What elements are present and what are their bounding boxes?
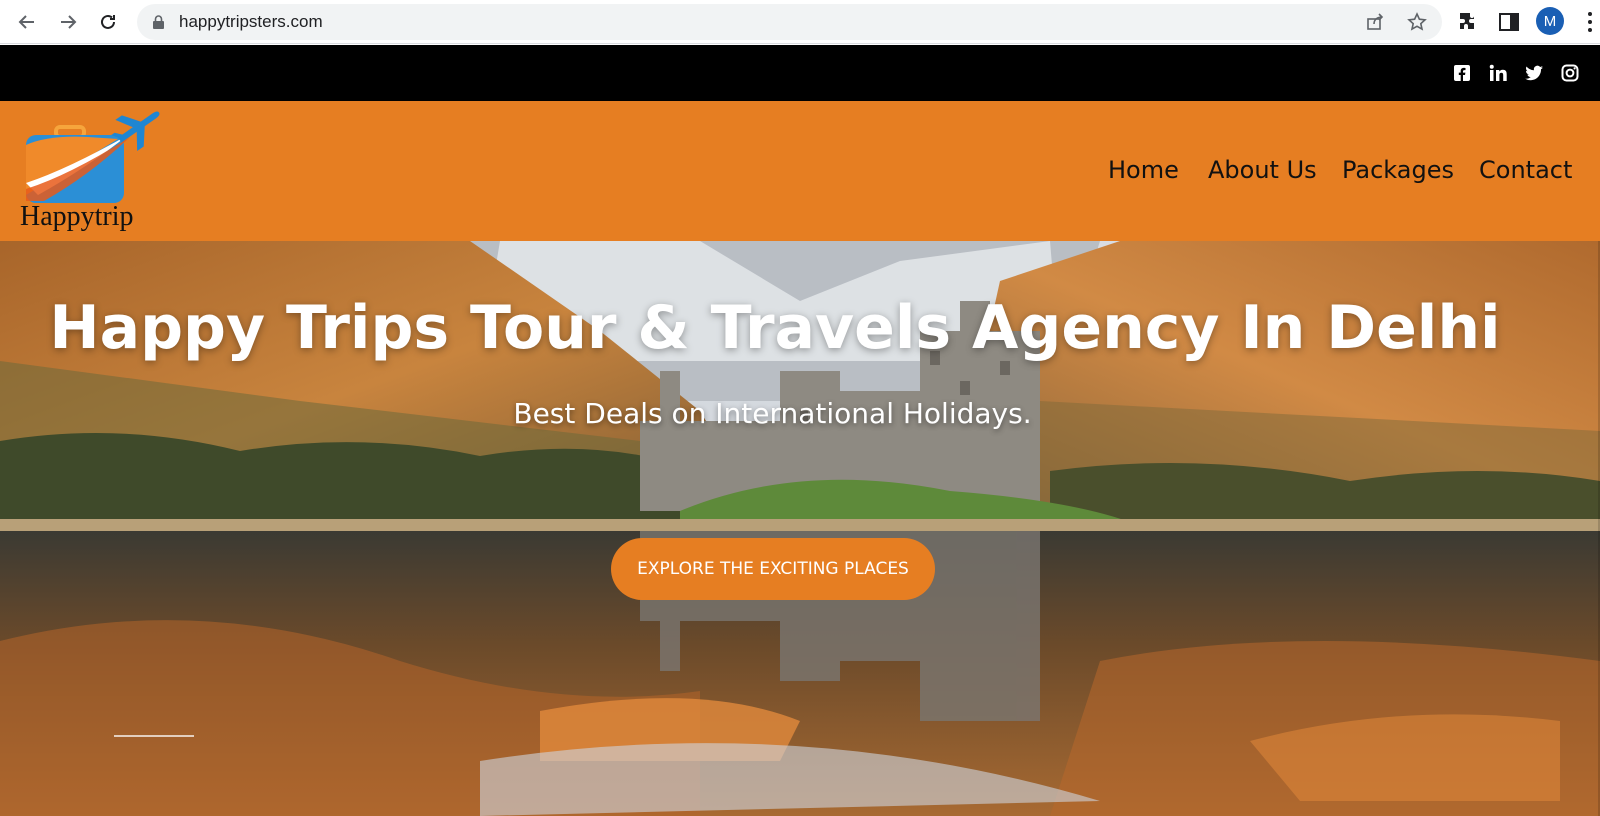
nav-packages[interactable]: Packages <box>1342 156 1454 184</box>
forward-arrow-icon <box>61 15 77 29</box>
back-arrow-icon <box>18 15 34 29</box>
profile-avatar[interactable]: M <box>1536 7 1564 35</box>
logo-text: Happytrip <box>20 201 134 232</box>
reload-button[interactable] <box>95 9 121 35</box>
address-bar[interactable]: happytripsters.com <box>137 4 1442 40</box>
side-panel-icon[interactable] <box>1497 10 1521 34</box>
nav-about-us[interactable]: About Us <box>1208 156 1317 184</box>
lock-icon <box>153 15 164 29</box>
instagram-icon[interactable] <box>1560 63 1580 83</box>
hero-subtitle: Best Deals on International Holidays. <box>513 397 1032 430</box>
share-icon[interactable] <box>1365 12 1385 32</box>
linkedin-icon[interactable] <box>1488 63 1508 83</box>
reload-icon <box>101 14 115 29</box>
url-text: happytripsters.com <box>179 12 323 31</box>
site-header: Happytrip Home About Us Packages Contact <box>0 101 1600 241</box>
forward-button[interactable] <box>55 9 81 35</box>
nav-home[interactable]: Home <box>1108 156 1179 184</box>
nav-contact[interactable]: Contact <box>1479 156 1572 184</box>
back-button[interactable] <box>14 9 40 35</box>
browser-toolbar: happytripsters.com M <box>0 0 1600 44</box>
suitcase-plane-logo-icon <box>26 111 160 203</box>
bookmark-star-icon[interactable] <box>1407 12 1427 32</box>
social-top-bar <box>0 45 1600 101</box>
hero-section: Happy Trips Tour & Travels Agency In Del… <box>0 241 1600 816</box>
slider-indicator[interactable] <box>114 735 194 737</box>
extensions-puzzle-icon[interactable] <box>1457 10 1481 34</box>
hero-title: Happy Trips Tour & Travels Agency In Del… <box>49 293 1501 363</box>
site-logo[interactable]: Happytrip <box>18 105 168 237</box>
twitter-icon[interactable] <box>1524 63 1544 83</box>
facebook-icon[interactable] <box>1452 63 1472 83</box>
browser-menu-icon[interactable] <box>1585 10 1595 34</box>
explore-button[interactable]: EXPLORE THE EXCITING PLACES <box>611 538 935 600</box>
avatar-letter: M <box>1543 12 1557 30</box>
